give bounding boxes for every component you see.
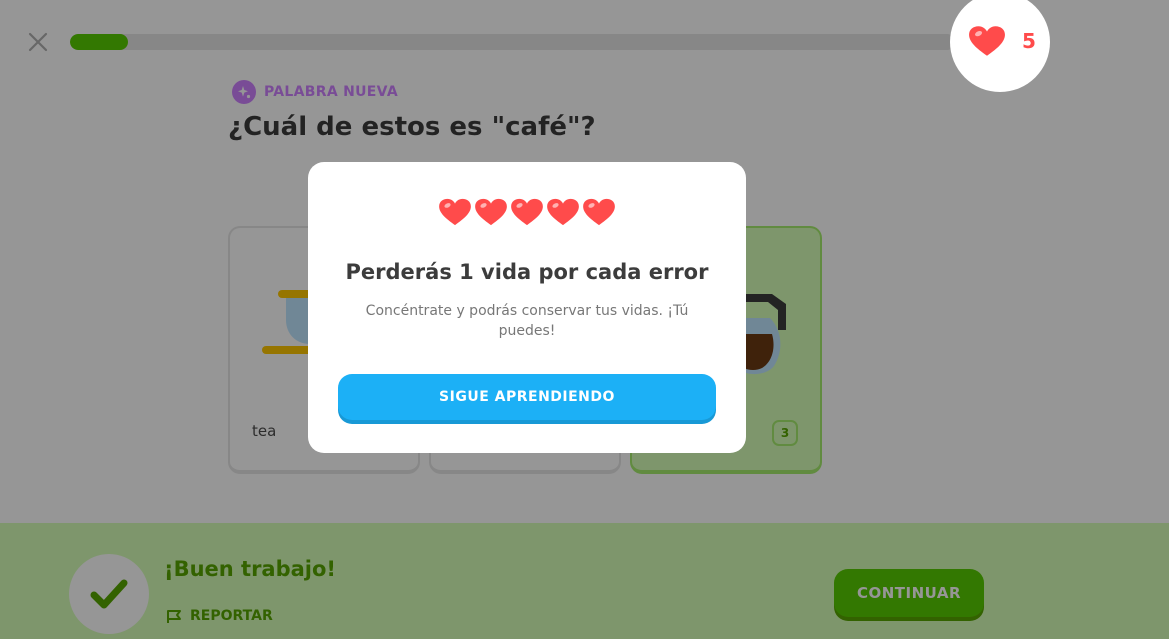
heart-icon (547, 198, 579, 226)
heart-icon (475, 198, 507, 226)
hearts-counter: 5 (968, 25, 1036, 57)
keep-learning-button[interactable]: SIGUE APRENDIENDO (338, 374, 716, 420)
heart-icon (969, 26, 1005, 56)
hearts-info-modal: Perderás 1 vida por cada error Concéntra… (308, 162, 746, 453)
heart-icon (583, 198, 615, 226)
modal-title: Perderás 1 vida por cada error (345, 260, 709, 284)
modal-hearts-row (308, 198, 746, 226)
heart-icon (439, 198, 471, 226)
modal-body: Concéntrate y podrás conservar tus vidas… (365, 303, 689, 339)
heart-icon (511, 198, 543, 226)
hearts-count: 5 (1022, 29, 1036, 53)
